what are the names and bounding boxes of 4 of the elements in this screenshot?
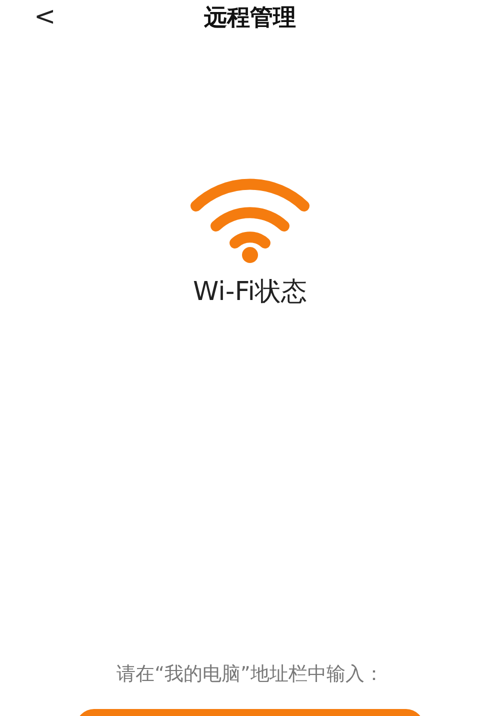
back-button[interactable]: < (30, 0, 60, 34)
page-title: 远程管理 (204, 4, 296, 32)
instruction-text: 请在“我的电脑”地址栏中输入： (116, 662, 384, 687)
wifi-status-label: Wi-Fi状态 (192, 276, 308, 309)
